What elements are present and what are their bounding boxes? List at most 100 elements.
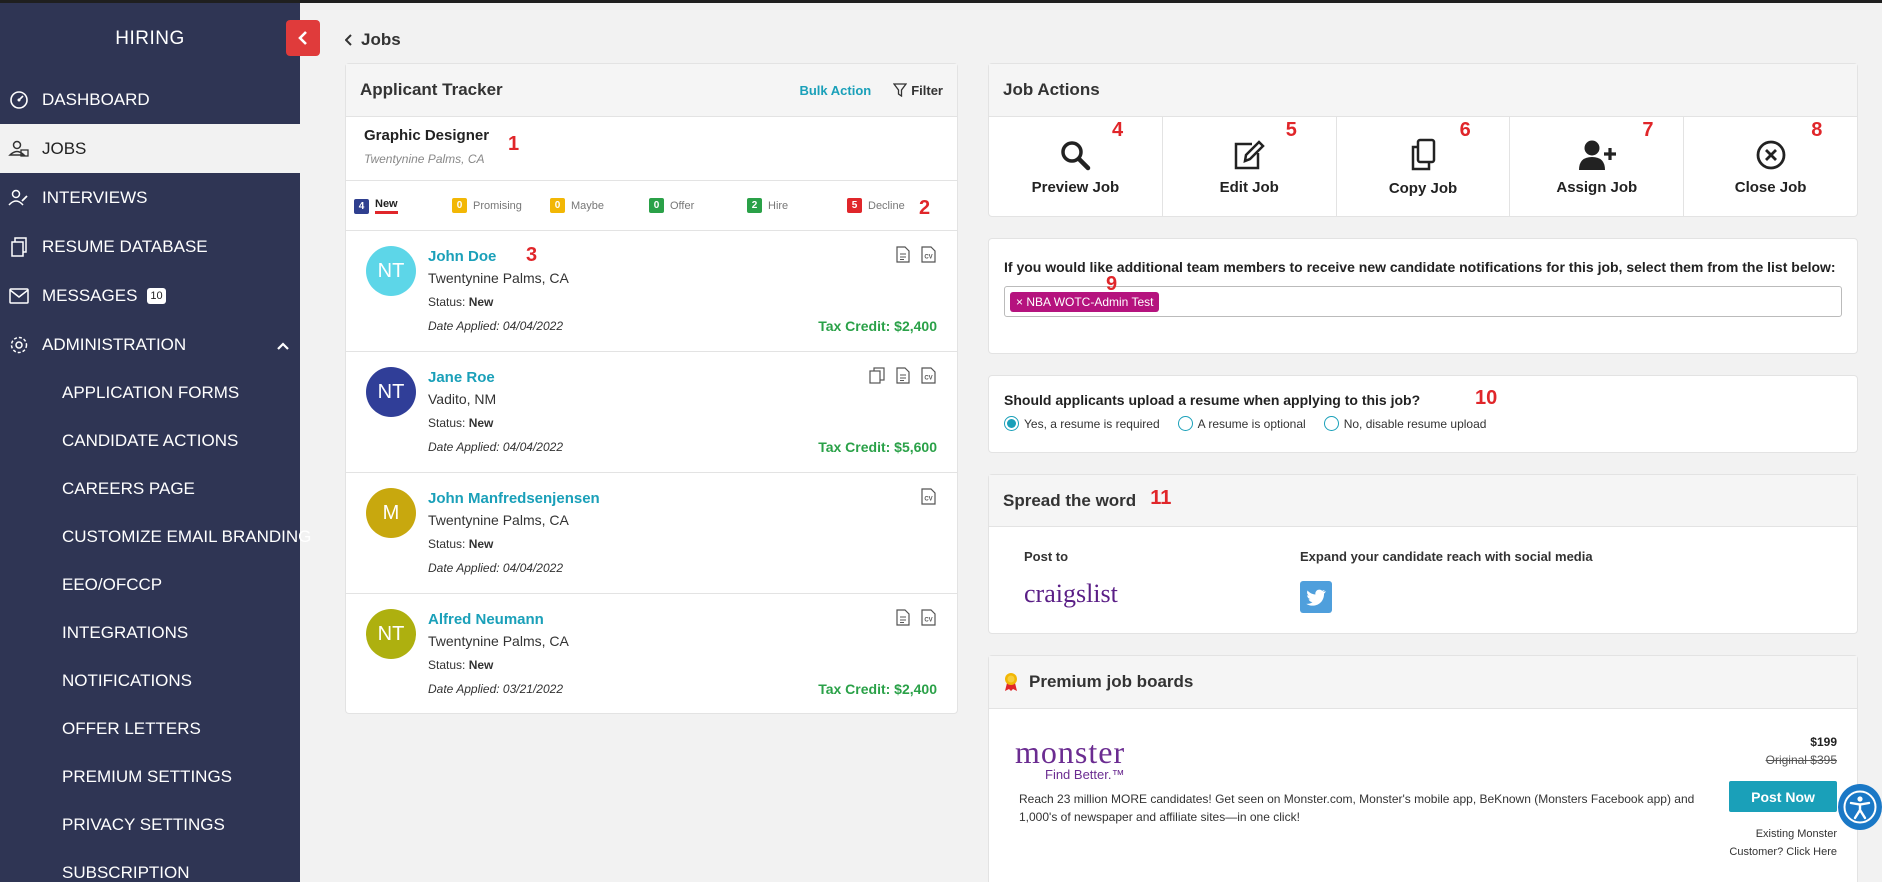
applicant-card[interactable]: NT John Doe 3 Twentynine Palms, CA Statu… <box>346 231 957 352</box>
social-reach-label: Expand your candidate reach with social … <box>1300 549 1593 564</box>
stage-count: 4 <box>354 198 369 214</box>
team-members-select[interactable]: × NBA WOTC-Admin Test <box>1004 286 1842 317</box>
sidebar-item-messages[interactable]: MESSAGES 10 <box>0 271 300 320</box>
craigslist-logo[interactable]: craigslist <box>1024 579 1118 609</box>
preview-job-button[interactable]: Preview Job 4 <box>989 117 1163 217</box>
sidebar-subitem-privacy-settings[interactable]: PRIVACY SETTINGS <box>0 801 300 849</box>
stage-count: 5 <box>847 198 862 213</box>
cv-icon[interactable]: CV <box>920 608 937 627</box>
stage-hire[interactable]: 2 Hire <box>747 198 788 213</box>
status-label: Status: <box>428 416 466 430</box>
stage-decline[interactable]: 5 Decline <box>847 198 905 213</box>
sidebar-item-dashboard[interactable]: DASHBOARD <box>0 75 300 124</box>
document-icon[interactable] <box>894 245 911 264</box>
sidebar-item-label: DASHBOARD <box>42 89 150 109</box>
assign-job-button[interactable]: Assign Job 7 <box>1510 117 1685 217</box>
edit-job-button[interactable]: Edit Job 5 <box>1163 117 1337 217</box>
stage-new[interactable]: 4 New <box>354 198 398 214</box>
stage-maybe[interactable]: 0 Maybe <box>550 198 604 213</box>
post-now-button[interactable]: Post Now <box>1729 781 1837 812</box>
breadcrumb[interactable]: Jobs <box>345 30 401 50</box>
applicant-status: Status: New <box>428 537 493 551</box>
sidebar-item-jobs[interactable]: JOBS <box>0 124 300 173</box>
resume-requirement-panel: Should applicants upload a resume when a… <box>988 375 1858 453</box>
applicant-status: Status: New <box>428 658 493 672</box>
dashboard-icon <box>8 89 30 111</box>
sidebar-item-interviews[interactable]: INTERVIEWS <box>0 173 300 222</box>
sidebar-subitem-subscription[interactable]: SUBSCRIPTION <box>0 849 300 882</box>
stage-promising[interactable]: 0 Promising <box>452 198 522 213</box>
sidebar-subitem-careers-page[interactable]: CAREERS PAGE <box>0 465 300 513</box>
spread-title: Spread the word <box>1003 490 1137 510</box>
cv-icon[interactable]: CV <box>920 487 937 506</box>
status-value: New <box>468 658 494 672</box>
resume-required-radio[interactable]: Yes, a resume is required <box>1004 416 1160 431</box>
radio-label: Yes, a resume is required <box>1024 416 1160 431</box>
applicant-documents: CV <box>894 245 937 264</box>
sidebar-subitem-candidate-actions[interactable]: CANDIDATE ACTIONS <box>0 417 300 465</box>
sidebar: HIRING DASHBOARD JOBS INTERVIEWS RESUME … <box>0 3 311 882</box>
sidebar-subitem-customize-email-branding[interactable]: CUSTOMIZE EMAIL BRANDING <box>0 513 311 561</box>
premium-title: Premium job boards <box>1029 672 1194 691</box>
selected-member-tag[interactable]: × NBA WOTC-Admin Test <box>1010 292 1160 312</box>
cv-icon[interactable]: CV <box>920 366 937 385</box>
accessibility-button[interactable] <box>1838 784 1882 830</box>
radio-circle[interactable] <box>1323 416 1339 431</box>
job-title: Graphic Designer <box>364 127 490 144</box>
monster-offer: monster Find Better.™ Reach 23 million M… <box>989 709 1857 879</box>
sidebar-subitem-application-forms[interactable]: APPLICATION FORMS <box>0 369 300 417</box>
applicant-date: Date Applied: 03/21/2022 <box>428 682 563 696</box>
stage-offer[interactable]: 0 Offer <box>649 198 694 213</box>
avatar: M <box>366 488 416 538</box>
brand-title: HIRING <box>115 28 185 49</box>
applicant-name[interactable]: Jane Roe <box>428 369 495 386</box>
notification-recipients-panel: If you would like additional team member… <box>988 238 1858 354</box>
sidebar-item-administration[interactable]: ADMINISTRATION <box>0 320 300 369</box>
bulk-action-link[interactable]: Bulk Action <box>799 83 871 98</box>
monster-description: Reach 23 million MORE candidates! Get se… <box>1019 792 1695 824</box>
radio-circle[interactable] <box>1004 416 1019 431</box>
job-location: Twentynine Palms, CA <box>364 152 485 166</box>
radio-circle[interactable] <box>1177 416 1193 431</box>
annotation-marker: 8 <box>1811 119 1823 141</box>
chevron-up-icon[interactable] <box>276 336 290 356</box>
sidebar-item-label: INTERVIEWS <box>42 187 148 207</box>
svg-text:CV: CV <box>924 376 932 382</box>
sidebar-subitem-premium-settings[interactable]: PREMIUM SETTINGS <box>0 753 300 801</box>
accessibility-icon <box>1843 790 1877 824</box>
annotation-marker: 6 <box>1459 119 1471 141</box>
resume-disabled-radio[interactable]: No, disable resume upload <box>1323 416 1486 431</box>
twitter-button[interactable] <box>1300 581 1332 613</box>
twitter-icon <box>1306 589 1326 606</box>
applicant-status: Status: New <box>428 416 493 430</box>
applicant-card[interactable]: NT Jane Roe Vadito, NM Status: New Date … <box>346 352 957 473</box>
applicant-card[interactable]: M John Manfredsenjensen Twentynine Palms… <box>346 473 957 594</box>
copy-job-button[interactable]: Copy Job 6 <box>1337 117 1511 217</box>
notification-question: If you would like additional team member… <box>1004 259 1836 275</box>
applicant-name[interactable]: John Doe <box>428 248 496 265</box>
sidebar-subitem-eeo-ofccp[interactable]: EEO/OFCCP <box>0 561 300 609</box>
stage-count: 0 <box>550 198 565 213</box>
resume-optional-radio[interactable]: A resume is optional <box>1177 416 1306 431</box>
action-label: Preview Job <box>1031 178 1120 196</box>
cv-icon[interactable]: CV <box>920 245 937 264</box>
filter-button[interactable]: Filter <box>893 83 943 98</box>
sidebar-subitem-notifications[interactable]: NOTIFICATIONS <box>0 657 300 705</box>
document-icon[interactable] <box>894 608 911 627</box>
applicant-status: Status: New <box>428 295 493 309</box>
award-icon <box>1003 672 1019 692</box>
sidebar-item-label: MESSAGES <box>42 285 138 305</box>
close-job-button[interactable]: Close Job 8 <box>1684 117 1857 217</box>
sidebar-subitem-integrations[interactable]: INTEGRATIONS <box>0 609 300 657</box>
applicant-name[interactable]: Alfred Neumann <box>428 611 544 628</box>
search-icon <box>1061 140 1091 170</box>
existing-customer-link[interactable]: Existing Monster Customer? Click Here <box>1729 825 1837 861</box>
svg-text:CV: CV <box>924 255 932 261</box>
sidebar-subitem-offer-letters[interactable]: OFFER LETTERS <box>0 705 300 753</box>
sidebar-item-resume-database[interactable]: RESUME DATABASE <box>0 222 300 271</box>
applicant-name[interactable]: John Manfredsenjensen <box>428 490 600 507</box>
collapse-sidebar-button[interactable] <box>286 20 320 56</box>
applicant-card[interactable]: NT Alfred Neumann Twentynine Palms, CA S… <box>346 594 957 715</box>
copy-document-icon[interactable] <box>868 366 885 385</box>
document-icon[interactable] <box>894 366 911 385</box>
